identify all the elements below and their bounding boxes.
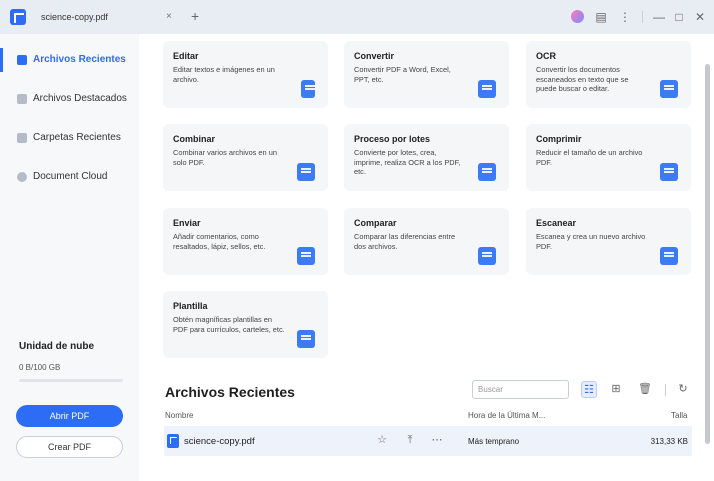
tool-title: Plantilla <box>173 301 208 311</box>
scan-icon <box>660 247 678 265</box>
sidebar-item-label: Archivos Recientes <box>33 54 126 65</box>
column-header-time[interactable]: Hora de la Última M... <box>468 411 545 420</box>
grid-view-icon[interactable]: ⊞ <box>608 381 624 398</box>
tool-description: Combinar varios archivos en un solo PDF. <box>173 148 277 167</box>
sidebar: Archivos Recientes Archivos Destacados C… <box>0 34 139 481</box>
search-input[interactable] <box>472 380 569 399</box>
window-close-icon[interactable]: ✕ <box>692 9 708 25</box>
sidebar-item-label: Carpetas Recientes <box>33 132 121 143</box>
tool-description: Editar textos e imágenes en un archivo. <box>173 65 275 84</box>
app-logo-icon <box>10 9 26 25</box>
cloud-usage-text: 0 B/100 GB <box>19 363 61 372</box>
edit-icon <box>301 80 315 98</box>
tool-card-scan[interactable]: Escanear Escanea y crea un nuevo archivo… <box>526 208 691 275</box>
recent-files-icon <box>17 55 27 65</box>
tool-title: Escanear <box>536 218 577 228</box>
main-panel: Editar Editar textos e imágenes en un ar… <box>139 34 714 481</box>
refresh-icon[interactable]: ↻ <box>675 381 691 398</box>
combine-icon <box>297 163 315 181</box>
tool-card-edit[interactable]: Editar Editar textos e imágenes en un ar… <box>163 41 328 108</box>
file-name: science-copy.pdf <box>184 436 255 447</box>
file-modified-time: Más temprano <box>468 437 520 446</box>
close-tab-icon[interactable]: × <box>166 11 172 23</box>
sidebar-item-recent-folders[interactable]: Carpetas Recientes <box>0 126 139 150</box>
template-icon <box>297 330 315 348</box>
cloud-icon <box>17 172 27 182</box>
new-tab-icon[interactable]: + <box>191 9 199 23</box>
tool-description: Comparar las diferencias entre dos archi… <box>354 232 456 251</box>
tool-card-send[interactable]: Enviar Añadir comentarios, como resaltad… <box>163 208 328 275</box>
titlebar-divider <box>642 11 643 23</box>
list-view-icon[interactable]: ☷ <box>581 381 597 398</box>
sidebar-item-recent-files[interactable]: Archivos Recientes <box>0 48 139 72</box>
maximize-icon[interactable]: □ <box>671 9 687 25</box>
file-size: 313,33 KB <box>650 437 688 446</box>
tool-description: Escanea y crea un nuevo archivo PDF. <box>536 232 646 251</box>
sidebar-item-label: Document Cloud <box>33 171 108 182</box>
minimize-icon[interactable]: — <box>651 9 667 25</box>
sidebar-item-starred-files[interactable]: Archivos Destacados <box>0 87 139 111</box>
ocr-icon <box>660 80 678 98</box>
tool-card-template[interactable]: Plantilla Obtén magníficas plantillas en… <box>163 291 328 358</box>
tool-description: Convierte por lotes, crea, imprime, real… <box>354 148 461 177</box>
upload-icon[interactable]: ⤒ <box>403 433 417 447</box>
tool-title: Enviar <box>173 218 201 228</box>
folder-icon <box>17 133 27 143</box>
tool-card-compress[interactable]: Comprimir Reducir el tamaño de un archiv… <box>526 124 691 191</box>
convert-icon <box>478 80 496 98</box>
tool-title: Proceso por lotes <box>354 134 431 144</box>
recent-files-title: Archivos Recientes <box>165 384 295 400</box>
more-actions-icon[interactable]: ⋯ <box>430 433 444 447</box>
column-header-name[interactable]: Nombre <box>165 411 193 420</box>
tool-title: OCR <box>536 51 556 61</box>
starred-icon <box>17 94 27 104</box>
tool-card-convert[interactable]: Convertir Convertir PDF a Word, Excel, P… <box>344 41 509 108</box>
tool-title: Combinar <box>173 134 216 144</box>
tool-card-ocr[interactable]: OCR Convertir los documentos escaneados … <box>526 41 691 108</box>
tool-card-batch[interactable]: Proceso por lotes Convierte por lotes, c… <box>344 124 509 191</box>
tool-card-compare[interactable]: Comparar Comparar las diferencias entre … <box>344 208 509 275</box>
compare-icon <box>478 247 496 265</box>
delete-icon[interactable]: 🗑 <box>637 381 653 398</box>
tool-description: Reducir el tamaño de un archivo PDF. <box>536 148 643 167</box>
send-icon <box>297 247 315 265</box>
pdf-file-icon <box>167 434 179 448</box>
star-icon[interactable]: ☆ <box>375 433 389 447</box>
batch-icon <box>478 163 496 181</box>
sidebar-item-label: Archivos Destacados <box>33 93 127 104</box>
title-bar: science-copy.pdf × + ▤ ⋮ — □ ✕ <box>0 0 714 34</box>
create-pdf-button[interactable]: Crear PDF <box>16 436 123 458</box>
tool-description: Convertir PDF a Word, Excel, PPT, etc. <box>354 65 451 84</box>
sidebar-item-document-cloud[interactable]: Document Cloud <box>0 165 139 189</box>
column-header-size[interactable]: Talla <box>671 411 687 420</box>
feedback-icon[interactable]: ▤ <box>593 9 609 25</box>
tool-title: Editar <box>173 51 199 61</box>
document-tab-label: science-copy.pdf <box>41 12 108 22</box>
main-scrollbar[interactable] <box>705 64 710 444</box>
document-tab[interactable]: science-copy.pdf <box>33 5 183 31</box>
compress-icon <box>660 163 678 181</box>
cloud-drive-title: Unidad de nube <box>19 341 94 352</box>
tool-description: Obtén magníficas plantillas en PDF para … <box>173 315 285 334</box>
tool-title: Comparar <box>354 218 397 228</box>
tool-description: Añadir comentarios, como resaltados, láp… <box>173 232 266 251</box>
tool-title: Comprimir <box>536 134 582 144</box>
toolbar-divider <box>665 384 666 396</box>
open-pdf-button[interactable]: Abrir PDF <box>16 405 123 427</box>
cloud-usage-bar <box>19 379 123 382</box>
table-row[interactable]: science-copy.pdf ☆ ⤒ ⋯ Más temprano 313,… <box>164 426 692 456</box>
tool-description: Convertir los documentos escaneados en t… <box>536 65 629 94</box>
avatar-icon[interactable] <box>571 10 584 23</box>
tool-card-combine[interactable]: Combinar Combinar varios archivos en un … <box>163 124 328 191</box>
more-icon[interactable]: ⋮ <box>617 9 633 25</box>
tool-title: Convertir <box>354 51 395 61</box>
